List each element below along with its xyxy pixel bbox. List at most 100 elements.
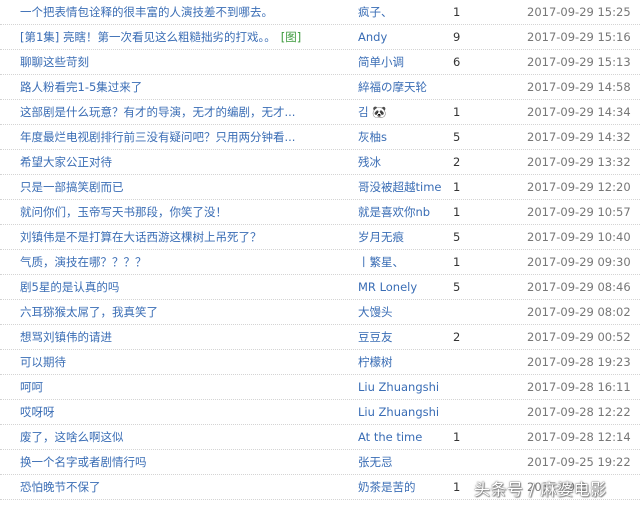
topic-last-reply-time: 2017-09-29 09:30 (527, 255, 631, 269)
topic-title-text[interactable]: 可以期待 (20, 355, 66, 369)
topic-title-link[interactable]: 哎呀呀 (20, 400, 55, 424)
topic-row[interactable]: 就问你们，玉帝写天书那段，你笑了没！ 就是喜欢你nb 1 2017-09-29 10:… (0, 200, 640, 225)
topic-author-link[interactable]: At the time (358, 425, 422, 449)
topic-title-text[interactable]: [第1集] 亮瞎！第一次看见这么粗糙拙劣的打戏。。 (20, 30, 276, 44)
topic-title-text[interactable]: 恐怕晚节不保了 (20, 480, 101, 494)
topic-author-link[interactable]: 丨繁星、 (358, 250, 404, 274)
topic-title-link[interactable]: 年度最烂电视剧排行前三没有疑问吧？只用两分钟看... (20, 125, 295, 149)
topic-title-text[interactable]: 六耳猕猴太屌了，我真笑了 (20, 305, 158, 319)
topic-last-reply-time: 2017-09-29 10:57 (527, 205, 631, 219)
topic-title-link[interactable]: 就问你们，玉帝写天书那段，你笑了没！ (20, 200, 227, 224)
topic-title-link[interactable]: 气质，演技在哪？？？？ (20, 250, 147, 274)
topic-row[interactable]: 想骂刘镇伟的请进 豆豆友 2 2017-09-29 00:52 (0, 325, 640, 350)
topic-author-link[interactable]: 김 🐼 (358, 100, 387, 124)
topic-author-link[interactable]: 疯子、 (358, 0, 393, 24)
topic-title-link[interactable]: 恐怕晚节不保了 (20, 475, 101, 499)
topic-title-text[interactable]: 气质，演技在哪？？？？ (20, 255, 147, 269)
topic-row[interactable]: 剧5星的是认真的吗 MR Lonely 5 2017-09-29 08:46 (0, 275, 640, 300)
topic-reply-count: 6 (453, 55, 461, 69)
topic-last-reply-time: 2017-09-29 10:40 (527, 230, 631, 244)
topic-title-link[interactable]: 希望大家公正对待 (20, 150, 112, 174)
topic-title-text[interactable]: 刘镇伟是不是打算在大话西游这棵树上吊死了？ (20, 230, 262, 244)
topic-title-link[interactable]: 剧5星的是认真的吗 (20, 275, 119, 299)
topic-title-text[interactable]: 就问你们，玉帝写天书那段，你笑了没！ (20, 205, 227, 219)
topic-row[interactable]: 聊聊这些苛刻 简单小调 6 2017-09-29 15:13 (0, 50, 640, 75)
topic-title-link[interactable]: 路人粉看完1-5集过来了 (20, 75, 142, 99)
topic-row[interactable]: 只是一部搞笑剧而已 哥没被超越time 1 2017-09-29 12:20 (0, 175, 640, 200)
topic-last-reply-time: 2017-09-25 19:22 (527, 455, 631, 469)
topic-title-link[interactable]: 废了，这啥么啊这似 (20, 425, 124, 449)
topic-title-text[interactable]: 哎呀呀 (20, 405, 55, 419)
watermark: 头条号 / 麻婆电影 (474, 480, 607, 499)
topic-title-text[interactable]: 呵呵 (20, 380, 43, 394)
topic-title-text[interactable]: 想骂刘镇伟的请进 (20, 330, 112, 344)
topic-title-text[interactable]: 年度最烂电视剧排行前三没有疑问吧？只用两分钟看... (20, 130, 295, 144)
topic-last-reply-time: 2017-09-29 15:16 (527, 30, 631, 44)
topic-author-link[interactable]: 残冰 (358, 150, 381, 174)
topic-title-link[interactable]: 一个把表情包诠释的很丰富的人演技差不到哪去。 (20, 0, 273, 24)
topic-title-text[interactable]: 一个把表情包诠释的很丰富的人演技差不到哪去。 (20, 5, 273, 19)
topic-author-link[interactable]: 奶茶是苦的 (358, 475, 416, 499)
topic-author-link[interactable]: 豆豆友 (358, 325, 393, 349)
topic-author-link[interactable]: 哥没被超越time (358, 175, 441, 199)
topic-last-reply-time: 2017-09-29 00:52 (527, 330, 631, 344)
topic-title-link[interactable]: [第1集] 亮瞎！第一次看见这么粗糙拙劣的打戏。。 [图] (20, 25, 301, 49)
topic-title-link[interactable]: 呵呵 (20, 375, 43, 399)
topic-row[interactable]: 希望大家公正对待 残冰 2 2017-09-29 13:32 (0, 150, 640, 175)
topic-author-link[interactable]: Andy (358, 25, 387, 49)
topic-title-link[interactable]: 只是一部搞笑剧而已 (20, 175, 124, 199)
topic-author-link[interactable]: 綷福の摩天轮 (358, 75, 427, 99)
topic-title-link[interactable]: 六耳猕猴太屌了，我真笑了 (20, 300, 158, 324)
topic-title-text[interactable]: 这部剧是什么玩意？有才的导演，无才的编剧，无才... (20, 105, 295, 119)
topic-row[interactable]: 气质，演技在哪？？？？ 丨繁星、 1 2017-09-29 09:30 (0, 250, 640, 275)
topic-row[interactable]: 换一个名字或者剧情行吗 张无忌 2017-09-25 19:22 (0, 450, 640, 475)
topic-author-link[interactable]: Liu Zhuangshi (358, 400, 439, 424)
topic-reply-count: 5 (453, 130, 461, 144)
topic-row[interactable]: 哎呀呀 Liu Zhuangshi 2017-09-28 12:22 (0, 400, 640, 425)
topic-reply-count: 5 (453, 230, 461, 244)
topic-author-link[interactable]: 柠檬树 (358, 350, 393, 374)
topic-title-text[interactable]: 路人粉看完1-5集过来了 (20, 80, 142, 94)
topic-author-link[interactable]: Liu Zhuangshi (358, 375, 439, 399)
topic-title-link[interactable]: 想骂刘镇伟的请进 (20, 325, 112, 349)
topic-row[interactable]: 路人粉看完1-5集过来了 綷福の摩天轮 2017-09-29 14:58 (0, 75, 640, 100)
topic-last-reply-time: 2017-09-29 08:46 (527, 280, 631, 294)
topic-last-reply-time: 2017-09-29 14:34 (527, 105, 631, 119)
topic-title-link[interactable]: 刘镇伟是不是打算在大话西游这棵树上吊死了？ (20, 225, 262, 249)
topic-row[interactable]: 年度最烂电视剧排行前三没有疑问吧？只用两分钟看... 灰柚s 5 2017-09-29… (0, 125, 640, 150)
topic-title-link[interactable]: 换一个名字或者剧情行吗 (20, 450, 147, 474)
topic-title-text[interactable]: 废了，这啥么啊这似 (20, 430, 124, 444)
topic-row[interactable]: 六耳猕猴太屌了，我真笑了 大馒头 2017-09-29 08:02 (0, 300, 640, 325)
topic-author-link[interactable]: 就是喜欢你nb (358, 200, 430, 224)
topic-row[interactable]: 这部剧是什么玩意？有才的导演，无才的编剧，无才... 김 🐼 1 2017-09-29… (0, 100, 640, 125)
topic-author-link[interactable]: 岁月无痕 (358, 225, 404, 249)
topic-reply-count: 9 (453, 30, 461, 44)
topic-last-reply-time: 2017-09-28 16:11 (527, 380, 631, 394)
topic-row[interactable]: 呵呵 Liu Zhuangshi 2017-09-28 16:11 (0, 375, 640, 400)
topic-title-text[interactable]: 剧5星的是认真的吗 (20, 280, 119, 294)
topic-title-text[interactable]: 希望大家公正对待 (20, 155, 112, 169)
topic-title-text[interactable]: 换一个名字或者剧情行吗 (20, 455, 147, 469)
topic-row[interactable]: 废了，这啥么啊这似 At the time 1 2017-09-28 12:14 (0, 425, 640, 450)
topic-last-reply-time: 2017-09-29 15:13 (527, 55, 631, 69)
topic-author-link[interactable]: 大馒头 (358, 300, 393, 324)
topic-row[interactable]: 可以期待 柠檬树 2017-09-28 19:23 (0, 350, 640, 375)
topic-reply-count: 1 (453, 205, 461, 219)
image-attachment-tag: [图] (280, 30, 302, 44)
topic-title-link[interactable]: 聊聊这些苛刻 (20, 50, 89, 74)
topic-reply-count: 1 (453, 180, 461, 194)
topic-row[interactable]: 刘镇伟是不是打算在大话西游这棵树上吊死了？ 岁月无痕 5 2017-09-29 10:… (0, 225, 640, 250)
topic-last-reply-time: 2017-09-28 12:22 (527, 405, 631, 419)
topic-author-link[interactable]: 简单小调 (358, 50, 404, 74)
topic-row[interactable]: [第1集] 亮瞎！第一次看见这么粗糙拙劣的打戏。。 [图] Andy 9 2017-09… (0, 25, 640, 50)
topic-row[interactable]: 一个把表情包诠释的很丰富的人演技差不到哪去。 疯子、 1 2017-09-29 15:… (0, 0, 640, 25)
topic-author-link[interactable]: 灰柚s (358, 125, 387, 149)
topic-author-link[interactable]: MR Lonely (358, 275, 417, 299)
topic-title-text[interactable]: 聊聊这些苛刻 (20, 55, 89, 69)
topic-reply-count: 2 (453, 330, 461, 344)
topic-title-text[interactable]: 只是一部搞笑剧而已 (20, 180, 124, 194)
topic-author-link[interactable]: 张无忌 (358, 450, 393, 474)
topic-list: 一个把表情包诠释的很丰富的人演技差不到哪去。 疯子、 1 2017-09-29 15:… (0, 0, 640, 500)
topic-title-link[interactable]: 可以期待 (20, 350, 66, 374)
topic-title-link[interactable]: 这部剧是什么玩意？有才的导演，无才的编剧，无才... (20, 100, 295, 124)
